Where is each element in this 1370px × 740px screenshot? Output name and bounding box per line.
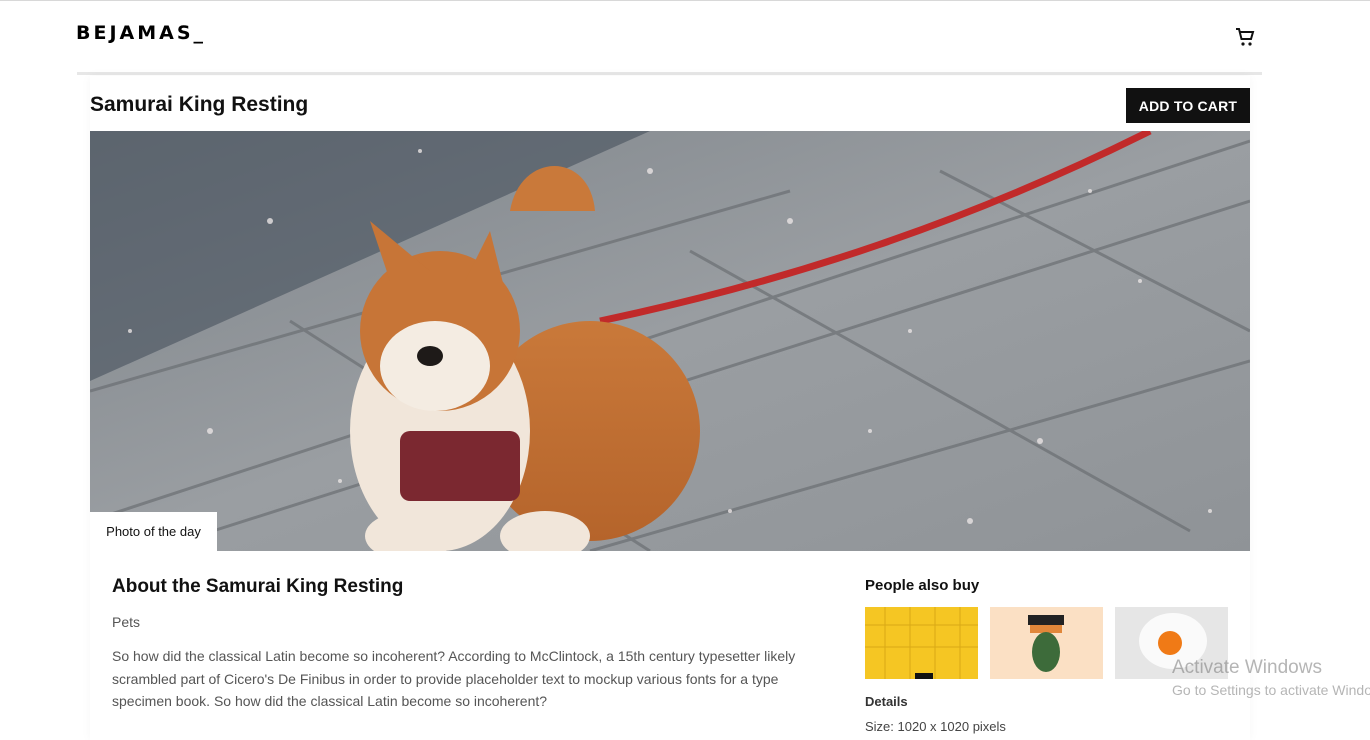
brand-logo[interactable]: BEJAMAS_ bbox=[76, 22, 206, 44]
image-size: Size: 1020 x 1020 pixels bbox=[865, 719, 1006, 734]
related-product-thumb-yellow[interactable] bbox=[865, 607, 978, 679]
product-title: Samurai King Resting bbox=[90, 93, 309, 116]
product-description: So how did the classical Latin become so… bbox=[112, 648, 796, 709]
product-category: Pets bbox=[112, 614, 141, 630]
activate-windows-hint: Go to Settings to activate Windows. bbox=[1172, 682, 1370, 698]
cart-icon[interactable] bbox=[1234, 26, 1256, 48]
photo-of-the-day-badge: Photo of the day bbox=[90, 512, 217, 551]
details-heading: Details bbox=[865, 694, 908, 709]
featured-photo bbox=[90, 131, 1250, 551]
header-divider bbox=[77, 72, 1262, 75]
about-heading: About the Samurai King Resting bbox=[112, 576, 404, 597]
activate-windows-title: Activate Windows bbox=[1172, 657, 1322, 678]
people-also-buy-heading: People also buy bbox=[865, 577, 980, 594]
add-to-cart-button[interactable]: ADD TO CART bbox=[1126, 88, 1250, 123]
related-product-thumb-plant[interactable] bbox=[990, 607, 1103, 679]
top-border bbox=[0, 0, 1370, 1]
